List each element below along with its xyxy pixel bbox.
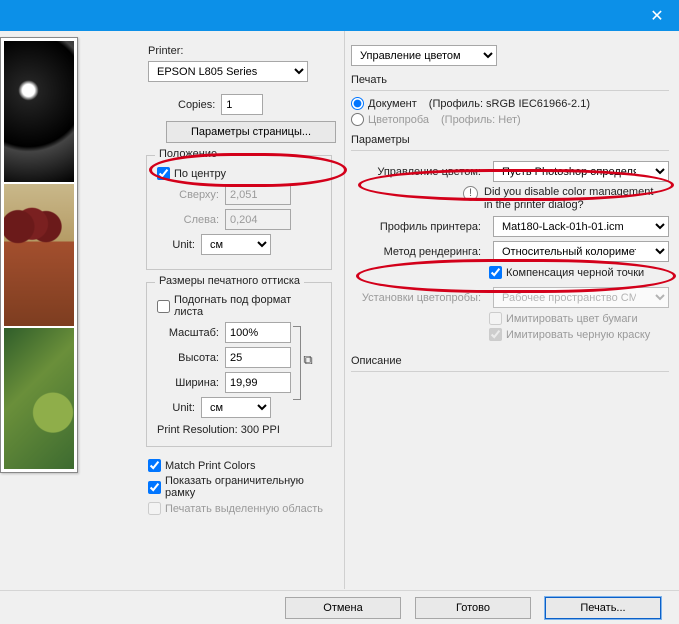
sim-black-label: Имитировать черную краску <box>506 329 650 341</box>
link-bracket <box>293 326 301 400</box>
center-label: По центру <box>174 168 226 180</box>
printer-label: Printer: <box>148 45 183 57</box>
unit-label: Unit: <box>157 239 195 251</box>
print-selection-checkbox: Печатать выделенную область <box>148 502 336 515</box>
dialog-footer: Отмена Готово Печать... <box>0 590 679 624</box>
link-icon[interactable]: ⧉ <box>301 352 315 368</box>
sim-paper-checkbox: Имитировать цвет бумаги <box>489 312 669 325</box>
left-input <box>225 209 291 230</box>
width-label: Ширина: <box>157 377 219 389</box>
fit-media-checkbox[interactable]: Подогнать под формат листа <box>157 294 321 318</box>
cancel-button[interactable]: Отмена <box>285 597 401 619</box>
printer-profile-select[interactable]: Mat180-Lack-01h-01.icm <box>493 216 669 237</box>
print-resolution-text: Print Resolution: 300 PPI <box>157 424 321 436</box>
warning-text-2: in the printer dialog? <box>484 199 653 212</box>
preview-thumb <box>4 41 74 182</box>
close-icon: ✕ <box>650 6 663 26</box>
window-titlebar: ✕ <box>0 0 679 31</box>
position-legend: Положение <box>155 148 221 160</box>
position-group: Положение По центру Сверху: Слева: Unit:… <box>146 155 332 270</box>
show-bbox-label: Показать ограничительную рамку <box>165 475 336 499</box>
left-label: Слева: <box>157 214 219 226</box>
sim-paper-label: Имитировать цвет бумаги <box>506 313 638 325</box>
scale-input[interactable] <box>225 322 291 343</box>
print-preview-pane <box>0 31 78 589</box>
sim-black-input <box>489 328 502 341</box>
print-selection-input <box>148 502 161 515</box>
printer-select[interactable]: EPSON L805 Series <box>148 61 308 82</box>
page-setup-button[interactable]: Параметры страницы... <box>166 121 336 143</box>
scaled-size-group: Размеры печатного оттиска Подогнать под … <box>146 282 332 447</box>
proof-setup-select: Рабочее пространство CMYK <box>493 287 669 308</box>
proof-radio-input[interactable] <box>351 113 364 126</box>
proof-radio[interactable]: Цветопроба (Профиль: Нет) <box>351 113 669 126</box>
description-heading: Описание <box>351 355 669 367</box>
top-label: Сверху: <box>157 189 219 201</box>
preview-thumb <box>4 184 74 325</box>
rendering-select[interactable]: Относительный колориметр... <box>493 241 669 262</box>
fit-media-checkbox-input[interactable] <box>157 300 170 313</box>
match-colors-label: Match Print Colors <box>165 460 255 472</box>
color-handling-label: Управление цветом: <box>351 166 481 178</box>
rendering-label: Метод рендеринга: <box>351 246 481 258</box>
show-bbox-checkbox[interactable]: Показать ограничительную рамку <box>148 475 336 499</box>
document-profile-text: (Профиль: sRGB IEC61966-2.1) <box>429 98 590 110</box>
unit2-select[interactable]: см <box>201 397 271 418</box>
print-selection-label: Печатать выделенную область <box>165 503 323 515</box>
warning-text-1: Did you disable color management <box>484 186 653 199</box>
sim-black-checkbox: Имитировать черную краску <box>489 328 669 341</box>
top-input <box>225 184 291 205</box>
unit-select[interactable]: см <box>201 234 271 255</box>
copies-label: Copies: <box>178 99 215 111</box>
height-label: Высота: <box>157 352 219 364</box>
center-checkbox[interactable]: По центру <box>157 167 321 180</box>
scaled-legend: Размеры печатного оттиска <box>155 275 304 287</box>
document-radio[interactable]: Документ (Профиль: sRGB IEC61966-2.1) <box>351 97 669 110</box>
fit-media-label: Подогнать под формат листа <box>174 294 321 318</box>
proof-setup-label: Установки цветопробы: <box>351 292 481 304</box>
done-button[interactable]: Готово <box>415 597 531 619</box>
preview-page <box>0 37 78 473</box>
params-heading: Параметры <box>351 134 669 146</box>
bpc-label: Компенсация черной точки <box>506 267 644 279</box>
height-input[interactable] <box>225 347 291 368</box>
unit2-label: Unit: <box>157 402 195 414</box>
width-input[interactable] <box>225 372 291 393</box>
document-radio-label: Документ <box>368 98 417 110</box>
close-button[interactable]: ✕ <box>635 0 679 31</box>
proof-radio-label: Цветопроба <box>368 114 429 126</box>
warning-icon: ! <box>463 186 478 201</box>
show-bbox-input[interactable] <box>148 481 161 494</box>
printer-profile-label: Профиль принтера: <box>351 221 481 233</box>
match-colors-input[interactable] <box>148 459 161 472</box>
proof-profile-text: (Профиль: Нет) <box>441 114 521 126</box>
scale-label: Масштаб: <box>157 327 219 339</box>
copies-input[interactable] <box>221 94 263 115</box>
bpc-checkbox[interactable]: Компенсация черной точки <box>489 266 669 279</box>
preview-thumb <box>4 328 74 469</box>
color-handling-select[interactable]: Пусть Photoshop определяет ... <box>493 161 669 182</box>
print-button[interactable]: Печать... <box>545 597 661 619</box>
center-checkbox-input[interactable] <box>157 167 170 180</box>
section-select[interactable]: Управление цветом <box>351 45 497 66</box>
sim-paper-input <box>489 312 502 325</box>
print-heading: Печать <box>351 74 669 86</box>
bpc-input[interactable] <box>489 266 502 279</box>
document-radio-input[interactable] <box>351 97 364 110</box>
match-colors-checkbox[interactable]: Match Print Colors <box>148 459 336 472</box>
